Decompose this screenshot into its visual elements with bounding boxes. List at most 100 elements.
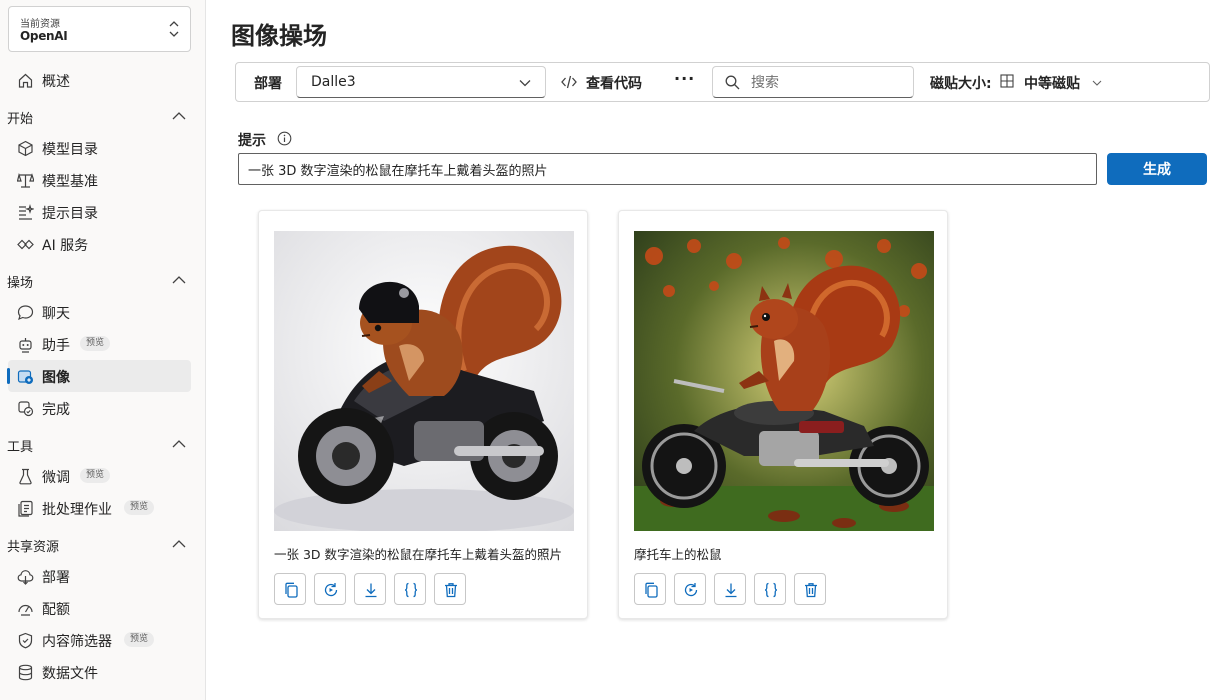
sidebar-item-data-files[interactable]: 数据文件 (0, 656, 205, 688)
page-title: 图像操场 (231, 22, 327, 50)
sidebar-item-ai-services[interactable]: AI 服务 (0, 228, 205, 260)
sidebar-item-quota[interactable]: 配额 (0, 592, 205, 624)
sidebar-item-chat[interactable]: 聊天 (0, 296, 205, 328)
sidebar-item-prompt-catalog[interactable]: 提示目录 (0, 196, 205, 228)
code-icon (561, 75, 577, 89)
tile-size-label: 磁贴大小: (930, 76, 992, 92)
regenerate-button[interactable] (314, 573, 346, 605)
search-icon (725, 75, 740, 90)
download-icon (365, 583, 377, 598)
preview-badge: 预览 (124, 632, 155, 647)
section-label: 操场 (7, 276, 34, 291)
prompt-label: 提示 (238, 133, 266, 149)
section-label: 开始 (7, 112, 34, 127)
preview-badge: 预览 (80, 468, 111, 483)
deployment-label: 部署 (254, 76, 282, 92)
resource-switcher[interactable]: 当前资源 OpenAI (8, 6, 191, 52)
trash-icon (805, 583, 817, 598)
sidebar-item-label: 概述 (42, 74, 70, 90)
section-label: 共享资源 (7, 540, 60, 555)
home-icon (18, 73, 33, 88)
preview-badge: 预览 (80, 336, 111, 351)
download-button[interactable] (354, 573, 386, 605)
delete-button[interactable] (794, 573, 826, 605)
view-json-button[interactable] (394, 573, 426, 605)
generated-image-squirrel-on-motorcycle[interactable] (634, 231, 934, 531)
info-icon[interactable] (277, 131, 292, 146)
resource-label: 当前资源 (20, 19, 60, 30)
refresh-image-icon (684, 583, 698, 597)
chevron-down-icon (519, 80, 531, 87)
sidebar-item-finetune[interactable]: 微调 预览 (0, 460, 205, 492)
download-button[interactable] (714, 573, 746, 605)
regenerate-button[interactable] (674, 573, 706, 605)
generated-image-3d-squirrel-motorcycle[interactable] (274, 231, 574, 531)
sidebar-item-batch[interactable]: 批处理作业 预览 (0, 492, 205, 524)
sidebar-item-deployments[interactable]: 部署 (0, 560, 205, 592)
sidebar-item-label: 数据文件 (42, 666, 98, 682)
sidebar-item-label: 助手 (42, 338, 70, 354)
image-card: 一张 3D 数字渲染的松鼠在摩托车上戴着头盔的照片 (258, 210, 588, 619)
copy-icon (285, 582, 298, 598)
sidebar-item-label: 聊天 (42, 306, 70, 322)
diamond-link-icon (17, 239, 34, 250)
braces-icon (404, 582, 418, 598)
section-tools[interactable]: 工具 (0, 430, 205, 458)
cloud-icon (17, 570, 34, 585)
image-card: 摩托车上的松鼠 (618, 210, 948, 619)
section-label: 工具 (7, 440, 34, 455)
grid-icon (1000, 74, 1014, 88)
database-icon (18, 664, 33, 681)
sidebar-item-label: 微调 (42, 470, 70, 486)
cube-icon (18, 140, 33, 157)
sidebar-item-label: 配额 (42, 602, 70, 618)
view-code-label: 查看代码 (586, 76, 642, 92)
deployment-select[interactable]: Dalle3 (296, 66, 546, 98)
sparkle-list-icon (19, 204, 34, 220)
prompt-input[interactable] (238, 153, 1097, 185)
sidebar-item-model-benchmark[interactable]: 模型基准 (0, 164, 205, 196)
chevron-up-icon (172, 112, 186, 120)
sidebar-item-completions[interactable]: 完成 (0, 392, 205, 424)
more-options-button[interactable]: ··· (674, 69, 695, 88)
download-icon (725, 583, 737, 598)
sidebar-item-overview[interactable]: 概述 (0, 64, 205, 96)
generate-button[interactable]: 生成 (1107, 153, 1207, 185)
search-box[interactable] (712, 66, 914, 98)
sidebar-item-model-catalog[interactable]: 模型目录 (0, 132, 205, 164)
copy-button[interactable] (274, 573, 306, 605)
search-input[interactable] (751, 73, 901, 93)
sidebar-item-assistant[interactable]: 助手 预览 (0, 328, 205, 360)
copy-icon (645, 582, 658, 598)
sidebar-item-label: AI 服务 (42, 238, 89, 254)
gauge-icon (18, 604, 33, 616)
chevron-down-icon (1092, 80, 1102, 86)
chat-icon (17, 305, 34, 321)
sidebar-item-label: 模型基准 (42, 174, 98, 190)
sidebar-item-content-filters[interactable]: 内容筛选器 预览 (0, 624, 205, 656)
completion-icon (18, 401, 34, 417)
delete-button[interactable] (434, 573, 466, 605)
sidebar-item-label: 提示目录 (42, 206, 98, 222)
robot-icon (19, 338, 32, 353)
sidebar-item-label: 图像 (42, 370, 70, 386)
section-playground[interactable]: 操场 (0, 266, 205, 294)
resource-name: OpenAI (20, 29, 68, 43)
sidebar-item-images[interactable]: 图像 (7, 360, 191, 392)
trash-icon (445, 583, 457, 598)
refresh-image-icon (324, 583, 338, 597)
shield-icon (18, 632, 33, 649)
copy-button[interactable] (634, 573, 666, 605)
image-caption: 一张 3D 数字渲染的松鼠在摩托车上戴着头盔的照片 (274, 547, 563, 562)
image-caption: 摩托车上的松鼠 (634, 547, 722, 562)
tile-size-value: 中等磁贴 (1024, 76, 1080, 92)
toolbar: 部署 Dalle3 查看代码 ··· 磁贴大小: 中等磁贴 (235, 62, 1210, 102)
chevron-up-icon (172, 540, 186, 548)
section-start[interactable]: 开始 (0, 102, 205, 130)
braces-icon (764, 582, 778, 598)
sidebar-item-label: 完成 (42, 402, 70, 418)
view-json-button[interactable] (754, 573, 786, 605)
section-shared[interactable]: 共享资源 (0, 530, 205, 558)
sidebar-item-label: 部署 (42, 570, 70, 586)
preview-badge: 预览 (124, 500, 155, 515)
